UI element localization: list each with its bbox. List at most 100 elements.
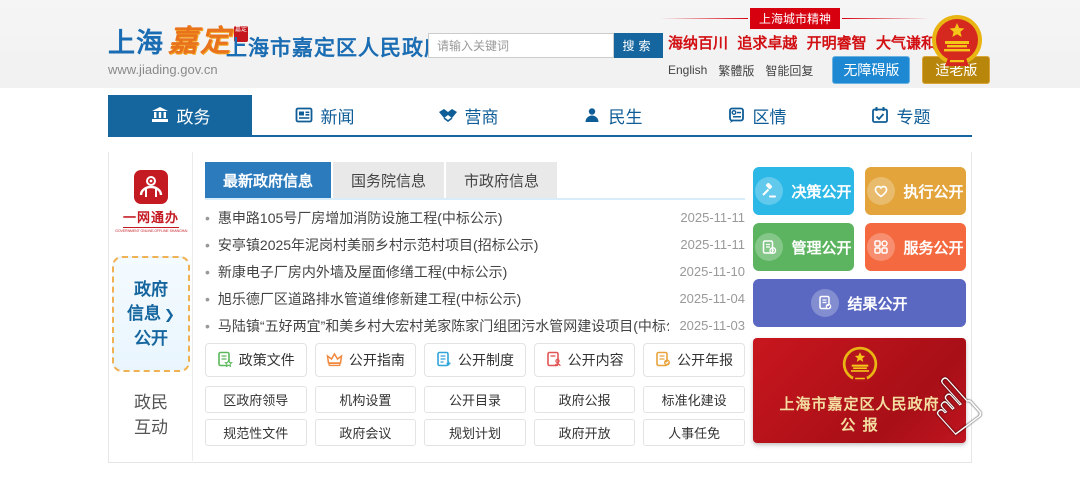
- slogan: 追求卓越: [737, 32, 797, 53]
- spirit-line-right: [842, 18, 930, 19]
- news-item[interactable]: 惠申路105号厂房增加消防设施工程(中标公示) 2025-11-11: [205, 204, 745, 231]
- news-title: 安亭镇2025年泥岗村美丽乡村示范村项目(招标公示): [205, 235, 670, 255]
- one-stop-service-subtitle: GOVERNMENT ONLINE-OFFLINE SHANGHAI: [115, 228, 186, 232]
- nav-tab-label: 民生: [609, 103, 643, 128]
- report-check-icon: [811, 289, 839, 317]
- search-button[interactable]: 搜索: [614, 33, 663, 58]
- city-slogans: 海纳百川 追求卓越 开明睿智 大气谦和: [668, 32, 936, 53]
- one-stop-service-link[interactable]: 一网通办 GOVERNMENT ONLINE-OFFLINE SHANGHAI: [109, 170, 193, 233]
- calendar-check-icon: [870, 105, 890, 125]
- site-title: 上海市嘉定区人民政府: [226, 32, 446, 62]
- newspaper-icon: [294, 105, 314, 125]
- news-title: 马陆镇“五好两宜”和美乡村大宏村羌家陈家门组团污水管网建设项目(中标公示): [205, 316, 669, 336]
- open-button-label: 结果公开: [847, 293, 907, 314]
- disclosure-system-button[interactable]: 公开制度: [424, 343, 526, 377]
- nav-tab-district[interactable]: 区情: [684, 95, 828, 135]
- news-title: 惠申路105号厂房增加消防设施工程(中标公示): [205, 208, 670, 228]
- news-item[interactable]: 旭乐德厂区道路排水管道维修新建工程(中标公示) 2025-11-04: [205, 285, 745, 312]
- crown-icon: [326, 351, 343, 370]
- sidebar-item-public-interaction[interactable]: 政民 互动: [109, 390, 193, 440]
- service-disclosure-button[interactable]: 服务公开: [865, 223, 966, 271]
- nav-tab-livelihood[interactable]: 民生: [540, 95, 684, 135]
- tab-city-gov-info[interactable]: 市政府信息: [446, 162, 557, 198]
- interaction-line: 互动: [109, 415, 193, 440]
- news-item[interactable]: 安亭镇2025年泥岗村美丽乡村示范村项目(招标公示) 2025-11-11: [205, 231, 745, 258]
- content-panel: 一网通办 GOVERNMENT ONLINE-OFFLINE SHANGHAI …: [108, 152, 972, 463]
- interaction-line: 政民: [109, 390, 193, 415]
- person-icon: [582, 105, 602, 125]
- link-normative-docs[interactable]: 规范性文件: [205, 419, 307, 446]
- accessibility-button[interactable]: 无障碍版: [832, 56, 910, 84]
- document-check-icon: [655, 351, 671, 370]
- city-spirit-badge: 上海城市精神: [750, 8, 840, 29]
- link-planning[interactable]: 规划计划: [424, 419, 526, 446]
- document-calculator-icon: [755, 233, 783, 261]
- gazette-title-line1: 上海市嘉定区人民政府: [753, 394, 966, 415]
- gov-gazette-banner[interactable]: 上海市嘉定区人民政府 公 报: [753, 338, 966, 443]
- right-panel: 决策公开 执行公开 管理公开 服务公开 结果公开: [753, 167, 966, 443]
- gov-info-line: 政府: [127, 278, 175, 302]
- handshake-icon: [438, 105, 458, 125]
- government-building-icon: [150, 105, 170, 125]
- news-title: 旭乐德厂区道路排水管道维修新建工程(中标公示): [205, 289, 669, 309]
- open-button-label: 决策公开: [791, 181, 851, 202]
- news-title: 新康电子厂房内外墙及屋面修缮工程(中标公示): [205, 262, 669, 282]
- sidebar-item-gov-info-disclosure[interactable]: 政府 信息❯ 公开: [112, 256, 190, 372]
- info-bubble-icon: [726, 105, 746, 125]
- tab-state-council-info[interactable]: 国务院信息: [333, 162, 444, 198]
- left-sidebar: 一网通办 GOVERNMENT ONLINE-OFFLINE SHANGHAI …: [109, 152, 193, 461]
- results-disclosure-button[interactable]: 结果公开: [753, 279, 966, 327]
- gazette-title-line2: 公 报: [753, 415, 966, 436]
- nav-tab-label: 政务: [177, 103, 211, 128]
- logo-text-jiading: 嘉定: [168, 16, 232, 60]
- doc-button-row: 政策文件 公开指南 公开制度 公开内容 公开年报: [205, 343, 745, 377]
- decision-disclosure-button[interactable]: 决策公开: [753, 167, 854, 215]
- chevron-right-icon: ❯: [164, 307, 175, 322]
- tab-latest-gov-info[interactable]: 最新政府信息: [205, 162, 331, 198]
- grid-squares-icon: [867, 233, 895, 261]
- gavel-icon: [755, 177, 783, 205]
- execution-disclosure-button[interactable]: 执行公开: [865, 167, 966, 215]
- link-smart-reply[interactable]: 智能回复: [765, 62, 813, 79]
- open-button-label: 管理公开: [791, 237, 851, 258]
- slogan: 海纳百川: [668, 32, 728, 53]
- link-gov-meetings[interactable]: 政府会议: [315, 419, 417, 446]
- link-traditional[interactable]: 繁體版: [718, 62, 754, 79]
- link-standardization[interactable]: 标准化建设: [643, 386, 745, 413]
- news-date: 2025-11-11: [680, 210, 745, 225]
- nav-tab-label: 营商: [465, 103, 499, 128]
- link-personnel[interactable]: 人事任免: [643, 419, 745, 446]
- disclosure-content-button[interactable]: 公开内容: [534, 343, 636, 377]
- link-district-leaders[interactable]: 区政府领导: [205, 386, 307, 413]
- gov-info-line: 信息: [127, 304, 161, 323]
- link-gov-gazette[interactable]: 政府公报: [534, 386, 636, 413]
- link-disclosure-catalog[interactable]: 公开目录: [424, 386, 526, 413]
- link-english[interactable]: English: [668, 63, 707, 77]
- nav-tab-government[interactable]: 政务: [108, 95, 252, 135]
- document-star-icon: [217, 351, 233, 370]
- policy-documents-button[interactable]: 政策文件: [205, 343, 307, 377]
- link-org-structure[interactable]: 机构设置: [315, 386, 417, 413]
- one-stop-service-icon: [134, 170, 168, 204]
- link-gov-openness[interactable]: 政府开放: [534, 419, 636, 446]
- nav-tab-special[interactable]: 专题: [828, 95, 972, 135]
- news-date: 2025-11-04: [679, 291, 745, 306]
- nav-tab-news[interactable]: 新闻: [252, 95, 396, 135]
- doc-button-label: 公开指南: [349, 350, 405, 370]
- disclosure-guide-button[interactable]: 公开指南: [315, 343, 417, 377]
- news-item[interactable]: 马陆镇“五好两宜”和美乡村大宏村羌家陈家门组团污水管网建设项目(中标公示) 20…: [205, 312, 745, 339]
- news-item[interactable]: 新康电子厂房内外墙及屋面修缮工程(中标公示) 2025-11-10: [205, 258, 745, 285]
- news-date: 2025-11-03: [679, 318, 745, 333]
- news-date: 2025-11-11: [680, 237, 745, 252]
- city-spirit-banner: 上海城市精神: [660, 8, 930, 29]
- slogan: 大气谦和: [876, 32, 936, 53]
- gov-info-line: 公开: [127, 327, 175, 351]
- info-tabs: 最新政府信息 国务院信息 市政府信息: [205, 162, 745, 200]
- nav-tab-business[interactable]: 营商: [396, 95, 540, 135]
- annual-report-button[interactable]: 公开年报: [643, 343, 745, 377]
- spirit-line-left: [660, 18, 748, 19]
- doc-button-label: 公开年报: [677, 350, 733, 370]
- search-input[interactable]: [428, 33, 614, 58]
- management-disclosure-button[interactable]: 管理公开: [753, 223, 854, 271]
- main-nav: 政务 新闻 营商 民生 区情: [108, 95, 972, 137]
